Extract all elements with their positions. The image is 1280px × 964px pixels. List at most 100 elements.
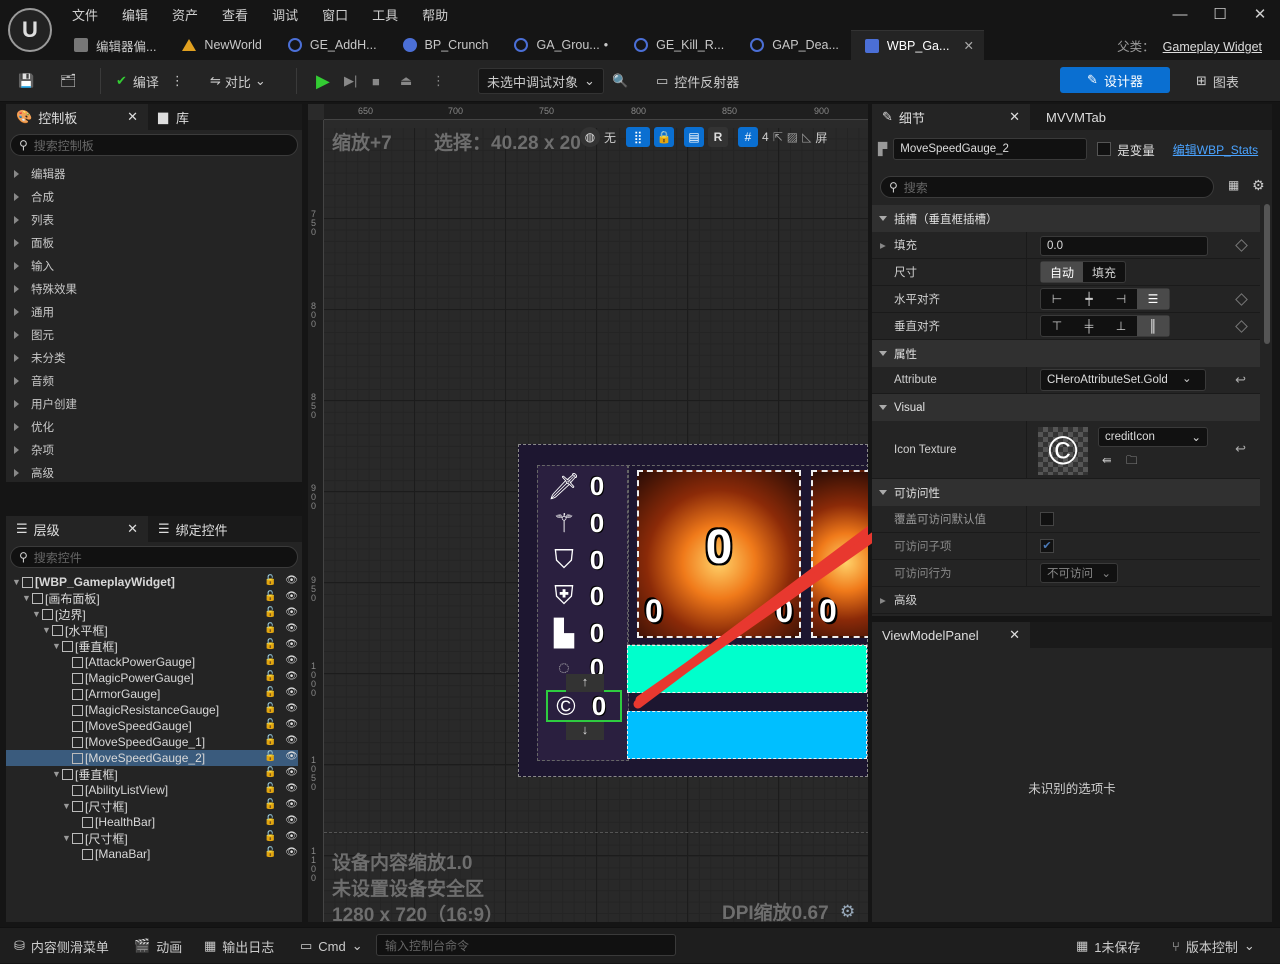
lock-icon[interactable]: 🔓 xyxy=(264,575,276,589)
lock-icon[interactable]: 🔒 xyxy=(654,127,675,147)
tab-viewmodel[interactable]: ViewModelPanel ✕ xyxy=(872,622,1030,648)
palette-category[interactable]: 输入 xyxy=(6,254,302,277)
widget-reflector-button[interactable]: ▭ 控件反射器 xyxy=(656,68,739,94)
palette-category[interactable]: 列表 xyxy=(6,208,302,231)
hierarchy-item[interactable]: ▼ [垂直框] 🔓 👁 xyxy=(6,766,298,782)
tab-editor-prefs[interactable]: 编辑器偏... xyxy=(60,30,166,60)
visibility-eye-icon[interactable]: 👁 xyxy=(285,783,298,797)
diff-button[interactable]: ⇋ 对比 ⌄ xyxy=(210,68,266,94)
expand-icon[interactable]: ▸ xyxy=(880,238,886,252)
lock-icon[interactable]: 🔓 xyxy=(264,655,276,669)
expand-icon[interactable]: ▸ xyxy=(880,593,886,607)
eject-icon[interactable]: ⏏ xyxy=(400,68,412,94)
stop-icon[interactable]: ■ xyxy=(372,68,380,94)
texture-thumbnail[interactable]: © xyxy=(1038,427,1088,475)
collapse-icon[interactable]: ▼ xyxy=(42,625,52,635)
align-middle-icon[interactable]: ╪ xyxy=(1073,316,1105,336)
lock-icon[interactable]: 🔓 xyxy=(264,719,276,733)
menu-debug[interactable]: 调试 xyxy=(260,5,310,24)
hierarchy-item[interactable]: ▼ [尺寸框] 🔓 👁 xyxy=(6,798,298,814)
edit-blueprint-link[interactable]: 编辑WBP_Stats xyxy=(1173,141,1258,158)
health-bar[interactable] xyxy=(627,645,867,693)
magic-power-gauge[interactable]: ⚚ 0 xyxy=(546,507,622,539)
lock-icon[interactable]: 🔓 xyxy=(264,847,276,861)
visibility-eye-icon[interactable]: 👁 xyxy=(285,751,298,765)
accessibility-section-header[interactable]: 可访问性 xyxy=(872,479,1260,506)
align-bottom-icon[interactable]: ⊥ xyxy=(1105,316,1137,336)
armor-gauge[interactable]: ⛉ 0 xyxy=(546,544,622,576)
transform-icon[interactable]: ▤ xyxy=(684,127,705,147)
gameplay-widget-preview[interactable]: 🗡 0 ⚚ 0 ⛉ 0 ⛨ 0 ▙ 0 ◌ 0 © 0 ↑ ↓ 0 0 0 0 xyxy=(518,444,868,777)
close-icon[interactable]: ✕ xyxy=(127,109,138,125)
tab-hierarchy[interactable]: ☰ 层级 ✕ xyxy=(6,516,148,542)
tab-wbp-gameplay[interactable]: WBP_Ga... ✕ xyxy=(850,30,984,60)
hierarchy-item[interactable]: [ManaBar] 🔓 👁 xyxy=(6,846,298,862)
table-view-icon[interactable]: ▦ xyxy=(1228,178,1239,192)
tab-ge-addh[interactable]: GE_AddH... xyxy=(274,30,387,60)
browse-icon[interactable]: 🗂 xyxy=(60,68,77,94)
palette-category[interactable]: 通用 xyxy=(6,300,302,323)
advanced-row[interactable]: ▸ 高级 xyxy=(872,587,1260,614)
palette-category[interactable]: 用户创建 xyxy=(6,392,302,415)
hierarchy-item[interactable]: [ArmorGauge] 🔓 👁 xyxy=(6,686,298,702)
details-search[interactable]: ⚲ 搜索 xyxy=(880,176,1214,198)
hierarchy-item[interactable]: ▼ [画布面板] 🔓 👁 xyxy=(6,590,298,606)
visibility-eye-icon[interactable]: 👁 xyxy=(285,591,298,605)
menu-file[interactable]: 文件 xyxy=(60,5,110,24)
visibility-eye-icon[interactable]: 👁 xyxy=(285,671,298,685)
tab-ge-kill[interactable]: GE_Kill_R... xyxy=(620,30,734,60)
reset-arrow-icon[interactable]: ↩ xyxy=(1235,441,1246,457)
kebab-menu-icon[interactable]: ⋮ xyxy=(171,73,184,89)
ruler-icon[interactable]: ◺ xyxy=(802,130,811,144)
visibility-eye-icon[interactable]: 👁 xyxy=(285,655,298,669)
minimize-button[interactable]: — xyxy=(1160,0,1200,28)
settings-gear-icon[interactable]: ⚙ xyxy=(1252,177,1265,194)
align-vfill-icon[interactable]: ║ xyxy=(1137,316,1169,336)
close-window-button[interactable]: ✕ xyxy=(1240,0,1280,28)
reset-button[interactable]: R xyxy=(708,127,729,147)
visual-section-header[interactable]: Visual xyxy=(872,394,1260,421)
visibility-eye-icon[interactable]: 👁 xyxy=(285,847,298,861)
collapse-icon[interactable]: ▼ xyxy=(62,833,72,843)
visibility-eye-icon[interactable]: 👁 xyxy=(285,703,298,717)
hierarchy-item[interactable]: [MagicPowerGauge] 🔓 👁 xyxy=(6,670,298,686)
keyframe-icon[interactable] xyxy=(1235,292,1248,306)
play-icon[interactable]: ▶ xyxy=(316,68,330,94)
debug-find-icon[interactable]: 🔍 xyxy=(612,68,628,94)
mana-bar[interactable] xyxy=(627,711,867,759)
parent-class-link[interactable]: Gameplay Widget xyxy=(1163,40,1262,54)
keyframe-icon[interactable] xyxy=(1235,238,1248,252)
lock-icon[interactable]: 🔓 xyxy=(264,607,276,621)
collapse-icon[interactable]: ▼ xyxy=(32,609,42,619)
align-top-icon[interactable]: ⊤ xyxy=(1041,316,1073,336)
is-variable-checkbox[interactable] xyxy=(1097,142,1112,156)
unsaved-button[interactable]: ▦ 1未保存 xyxy=(1076,928,1141,964)
save-icon[interactable]: 💾 xyxy=(18,68,34,94)
tab-newworld[interactable]: NewWorld xyxy=(168,30,271,60)
tab-bind-widgets[interactable]: ☰ 绑定控件 xyxy=(148,516,238,542)
palette-category[interactable]: 特殊效果 xyxy=(6,277,302,300)
close-icon[interactable]: ✕ xyxy=(1009,109,1020,125)
widget-name-input[interactable]: MoveSpeedGauge_2 xyxy=(893,138,1088,160)
tab-mvvm[interactable]: MVVMTab xyxy=(1036,104,1116,130)
collapse-icon[interactable]: ▼ xyxy=(52,769,62,779)
move-up-icon[interactable]: ↑ xyxy=(566,674,604,692)
ability-card[interactable]: 0 xyxy=(811,470,868,638)
hierarchy-item[interactable]: ▼ [WBP_GameplayWidget] 🔓 👁 xyxy=(6,574,298,590)
tab-ga-grou[interactable]: GA_Grou... • xyxy=(500,30,618,60)
hierarchy-item[interactable]: ▼ [水平框] 🔓 👁 xyxy=(6,622,298,638)
kebab-menu-icon[interactable]: ⋮ xyxy=(432,68,445,94)
hierarchy-item[interactable]: [MoveSpeedGauge_2] 🔓 👁 xyxy=(6,750,298,766)
magic-resistance-gauge[interactable]: ⛨ 0 xyxy=(546,580,622,612)
lock-icon[interactable]: 🔓 xyxy=(264,815,276,829)
palette-search[interactable]: ⚲ 搜索控制板 xyxy=(10,134,298,156)
accessible-children-checkbox[interactable]: ✔ xyxy=(1040,539,1054,553)
lock-icon[interactable]: 🔓 xyxy=(264,671,276,685)
graph-mode-button[interactable]: ⊞ 图表 xyxy=(1196,68,1239,94)
lock-icon[interactable]: 🔓 xyxy=(264,687,276,701)
menu-help[interactable]: 帮助 xyxy=(410,5,460,24)
tab-palette[interactable]: 🎨 控制板 ✕ xyxy=(6,104,148,130)
hierarchy-item[interactable]: [AbilityListView] 🔓 👁 xyxy=(6,782,298,798)
collapse-icon[interactable]: ▼ xyxy=(52,641,62,651)
snap-icon[interactable]: ⣿ xyxy=(626,127,651,147)
